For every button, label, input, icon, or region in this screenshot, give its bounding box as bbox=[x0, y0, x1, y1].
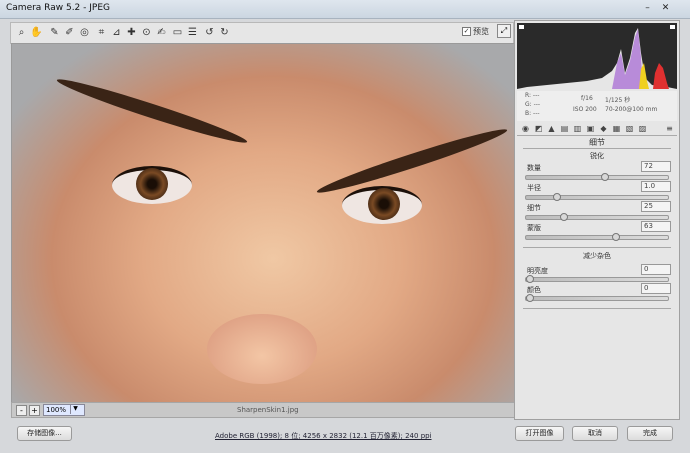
noise-section-title: 减少杂色 bbox=[583, 252, 611, 260]
tool-bar: ⌕ ✋ ✎ ✐ ◎ ⌗ ⊿ ✚ ⊙ ✍ ▭ ☰ ↺ ↻ bbox=[10, 22, 514, 44]
zoom-icon[interactable]: ⌕ bbox=[15, 26, 28, 39]
left-eyebrow bbox=[54, 73, 250, 149]
preview-check-icon: ✓ bbox=[462, 27, 471, 36]
rotate-ccw-icon[interactable]: ↺ bbox=[203, 26, 216, 39]
exif-info: R: --- G: --- B: --- f/16 1/125 秒 ISO 20… bbox=[517, 91, 677, 121]
tab-basic-icon[interactable]: ◉ bbox=[521, 124, 530, 133]
tab-snapshots-icon[interactable]: ▨ bbox=[638, 124, 647, 133]
right-eye bbox=[342, 186, 422, 224]
preview-label: 预览 bbox=[473, 27, 489, 36]
slider-value[interactable]: 0 bbox=[641, 283, 671, 294]
preview-checkbox[interactable]: ✓ 预览 bbox=[462, 26, 489, 37]
slider-thumb[interactable] bbox=[611, 233, 620, 241]
gradient-icon[interactable]: ▭ bbox=[171, 26, 184, 39]
tab-effects-icon[interactable]: ◆ bbox=[599, 124, 608, 133]
tab-tone-curve-icon[interactable]: ◩ bbox=[534, 124, 543, 133]
histogram bbox=[517, 23, 677, 89]
title-bar: Camera Raw 5.2 - JPEG – ✕ bbox=[0, 0, 690, 19]
panel-tabs: ◉ ◩ ▲ ▤ ▥ ▣ ◆ ▦ ▧ ▨ ≡ bbox=[517, 123, 677, 136]
slider-label: 蒙版 bbox=[527, 224, 541, 232]
workflow-options-link[interactable]: Adobe RGB (1998); 8 位; 4256 x 2832 (12.1… bbox=[215, 431, 432, 441]
tab-camera-calibration-icon[interactable]: ▦ bbox=[612, 124, 621, 133]
divider bbox=[523, 247, 671, 248]
shutter: 1/125 秒 bbox=[605, 97, 631, 104]
lens: 70-200@100 mm bbox=[605, 106, 658, 113]
right-panel: R: --- G: --- B: --- f/16 1/125 秒 ISO 20… bbox=[514, 20, 680, 420]
image-preview[interactable] bbox=[11, 43, 515, 403]
save-image-button[interactable]: 存储图像... bbox=[17, 426, 72, 441]
tab-hsl-icon[interactable]: ▤ bbox=[560, 124, 569, 133]
slider-track[interactable] bbox=[525, 294, 669, 302]
status-bar: - + 100% ▼ SharpenSkin1.jpg bbox=[11, 402, 515, 418]
left-eye bbox=[112, 166, 192, 204]
zoom-in-button[interactable]: + bbox=[29, 405, 40, 416]
slider-track[interactable] bbox=[525, 275, 669, 283]
nose bbox=[207, 314, 317, 384]
right-iris bbox=[368, 188, 400, 220]
chevron-down-icon[interactable]: ▼ bbox=[70, 404, 80, 414]
slider-track[interactable] bbox=[525, 233, 669, 241]
straighten-icon[interactable]: ⊿ bbox=[110, 26, 123, 39]
rgb-r: R: --- bbox=[525, 92, 540, 99]
minimize-icon[interactable]: – bbox=[640, 2, 655, 15]
done-button[interactable]: 完成 bbox=[627, 426, 673, 441]
panel-title: 细节 bbox=[589, 138, 605, 147]
open-image-button[interactable]: 打开图像 bbox=[515, 426, 564, 441]
red-eye-icon[interactable]: ⊙ bbox=[140, 26, 153, 39]
tab-presets-icon[interactable]: ▧ bbox=[625, 124, 634, 133]
panel-menu-icon[interactable]: ≡ bbox=[665, 124, 674, 133]
slider-label: 半径 bbox=[527, 184, 541, 192]
iso: ISO 200 bbox=[573, 106, 597, 113]
slider-value[interactable]: 72 bbox=[641, 161, 671, 172]
preferences-icon[interactable]: ☰ bbox=[186, 26, 199, 39]
adjustment-brush-icon[interactable]: ✍ bbox=[155, 26, 168, 39]
tab-detail-icon[interactable]: ▲ bbox=[547, 124, 556, 133]
slider-value[interactable]: 25 bbox=[641, 201, 671, 212]
slider-value[interactable]: 63 bbox=[641, 221, 671, 232]
slider-thumb[interactable] bbox=[553, 193, 562, 201]
zoom-out-button[interactable]: - bbox=[16, 405, 27, 416]
tab-lens-icon[interactable]: ▣ bbox=[586, 124, 595, 133]
rotate-cw-icon[interactable]: ↻ bbox=[218, 26, 231, 39]
rgb-g: G: --- bbox=[525, 101, 541, 108]
slider-label: 数量 bbox=[527, 164, 541, 172]
slider-track[interactable] bbox=[525, 193, 669, 201]
left-iris bbox=[136, 168, 168, 200]
camera-raw-window: Camera Raw 5.2 - JPEG – ✕ ⌕ ✋ ✎ ✐ ◎ ⌗ ⊿ … bbox=[0, 0, 690, 453]
close-icon[interactable]: ✕ bbox=[658, 2, 673, 15]
cancel-button[interactable]: 取消 bbox=[572, 426, 618, 441]
divider bbox=[523, 148, 671, 149]
hand-icon[interactable]: ✋ bbox=[30, 26, 43, 39]
slider-thumb[interactable] bbox=[560, 213, 568, 221]
slider-label: 细节 bbox=[527, 204, 541, 212]
file-name: SharpenSkin1.jpg bbox=[237, 406, 299, 414]
zoom-value: 100% bbox=[46, 406, 67, 414]
color-sampler-icon[interactable]: ✐ bbox=[63, 26, 76, 39]
sharpen-section-title: 锐化 bbox=[590, 152, 604, 160]
slider-value[interactable]: 0 bbox=[641, 264, 671, 275]
crop-icon[interactable]: ⌗ bbox=[95, 26, 108, 39]
slider-track[interactable] bbox=[525, 173, 669, 181]
slider-track[interactable] bbox=[525, 213, 669, 221]
slider-value[interactable]: 1.0 bbox=[641, 181, 671, 192]
aperture: f/16 bbox=[581, 95, 593, 102]
rgb-b: B: --- bbox=[525, 110, 540, 117]
slider-thumb[interactable] bbox=[526, 275, 534, 283]
fullscreen-button[interactable]: ⤢ bbox=[497, 24, 511, 38]
slider-thumb[interactable] bbox=[600, 173, 609, 181]
right-eyebrow bbox=[314, 123, 510, 199]
divider bbox=[523, 308, 671, 309]
slider-thumb[interactable] bbox=[526, 294, 534, 302]
spot-removal-icon[interactable]: ✚ bbox=[125, 26, 138, 39]
white-balance-icon[interactable]: ✎ bbox=[48, 26, 61, 39]
target-adjust-icon[interactable]: ◎ bbox=[78, 26, 91, 39]
window-title: Camera Raw 5.2 - JPEG bbox=[6, 3, 110, 13]
tab-split-toning-icon[interactable]: ▥ bbox=[573, 124, 582, 133]
